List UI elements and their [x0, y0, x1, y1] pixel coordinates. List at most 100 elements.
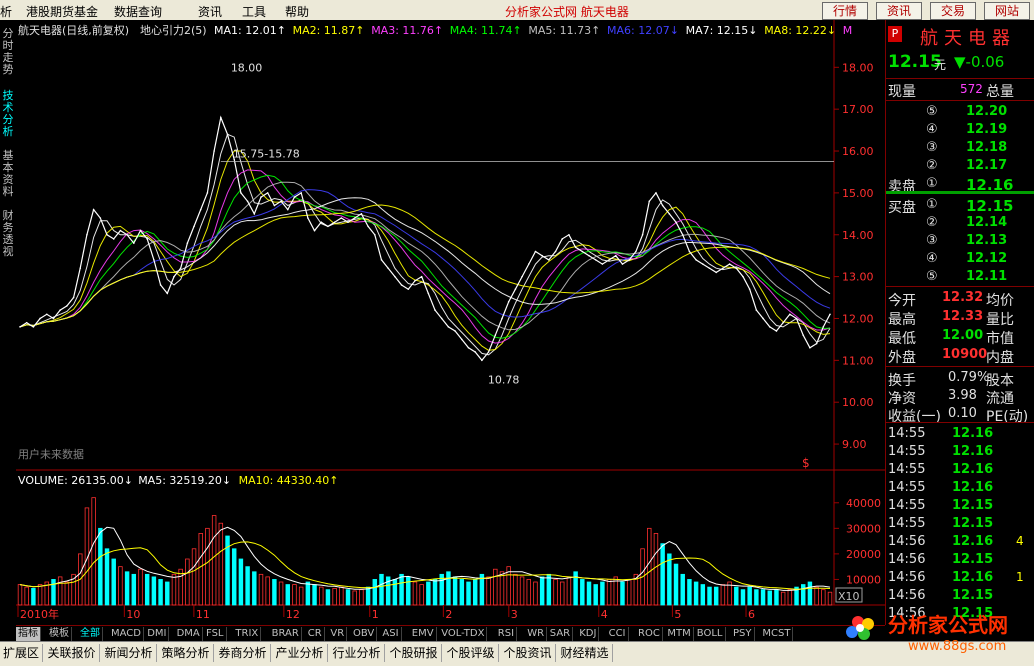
price-point — [561, 238, 564, 240]
indicator-tab[interactable]: 指标 — [16, 627, 41, 641]
indicator-tab[interactable]: BOLL — [695, 627, 726, 641]
price-point — [815, 342, 818, 345]
price-point — [762, 317, 764, 320]
buy-level-no: ④ — [926, 251, 938, 266]
bottom-tab[interactable]: 扩展区 — [0, 644, 44, 662]
info-button[interactable]: 资讯 — [876, 2, 922, 20]
tab-time-trend[interactable]: 分时走势 — [1, 28, 15, 76]
price-point — [112, 238, 115, 240]
bottom-tab[interactable]: 策略分析 — [159, 644, 214, 662]
price-point — [454, 330, 456, 332]
price-point — [400, 284, 403, 286]
bottom-tab[interactable]: 新闻分析 — [102, 644, 157, 662]
menu-item-tools[interactable]: 工具 — [242, 3, 266, 20]
volume-legend-3: MA10: 44330.40↑ — [239, 474, 339, 487]
price-point — [373, 233, 376, 236]
price-point — [119, 229, 122, 232]
indicator-tab[interactable]: ASI — [380, 627, 402, 641]
menu-item-hk-futures[interactable]: 港股期货基金 — [26, 3, 98, 20]
indicator-tab[interactable]: MCST — [760, 627, 794, 641]
menu-item-help[interactable]: 帮助 — [285, 3, 309, 20]
price-tick-label: 15.00 — [842, 187, 874, 200]
ma-legend-5: MA5: 11.73↑ — [528, 24, 600, 37]
volume-bar — [586, 581, 592, 606]
price-point — [360, 213, 363, 215]
sell-level-no: ② — [926, 158, 938, 173]
price-point — [367, 225, 369, 228]
indicator-tab[interactable]: 模板 — [47, 627, 72, 641]
indicator-tab[interactable]: DMI — [145, 627, 170, 641]
buy-level-no: ② — [926, 215, 938, 230]
dollar-sign: $ — [802, 456, 810, 470]
indicator-tab[interactable]: BRAR — [270, 627, 302, 641]
website-button[interactable]: 网站 — [984, 2, 1030, 20]
bottom-tab[interactable]: 关联报价 — [45, 644, 100, 662]
price-point — [722, 267, 724, 270]
volume-bar — [432, 579, 438, 606]
price-point — [320, 221, 323, 223]
indicator-tab[interactable]: MTM — [665, 627, 694, 641]
indicator-tab[interactable]: EMV — [410, 627, 437, 641]
price-point — [789, 313, 791, 316]
tab-finance[interactable]: 财务透视 — [1, 210, 15, 258]
menu-item-analysis[interactable]: 析 — [0, 3, 12, 20]
kline-chart[interactable]: 航天电器(日线,前复权) 地心引力2(5) MA1: 12.01↑ MA2: 11.8… — [16, 20, 885, 625]
indicator-tab[interactable]: RSI — [496, 627, 518, 641]
trade-button[interactable]: 交易 — [930, 2, 976, 20]
indicator-tab[interactable]: CCI — [607, 627, 629, 641]
volume-bar — [98, 527, 103, 606]
bottom-tab[interactable]: 券商分析 — [216, 644, 271, 662]
indicator-tab[interactable]: CR — [306, 627, 325, 641]
bottom-tab[interactable]: 财经精选 — [558, 644, 613, 662]
indicator-tab[interactable]: SAR — [548, 627, 574, 641]
stat2-value: 3.98 — [948, 388, 977, 403]
price-point — [25, 321, 28, 324]
price-tick-label: 16.00 — [842, 145, 874, 158]
menu-item-data-query[interactable]: 数据查询 — [114, 3, 162, 20]
price-point — [635, 250, 637, 253]
quote-button[interactable]: 行情 — [822, 2, 868, 20]
indicator-tab[interactable]: TRIX — [233, 627, 262, 641]
price-point — [822, 326, 825, 328]
indicator-tab[interactable]: DMA — [175, 627, 203, 641]
stat-right-label: 市值 — [986, 331, 1014, 347]
indicator-tab[interactable]: 全部 — [78, 627, 103, 641]
price-point — [427, 292, 430, 295]
price-point — [688, 250, 691, 253]
volume-bar — [452, 576, 458, 606]
volume-bar — [580, 579, 585, 606]
tab-basic-info[interactable]: 基本资料 — [1, 150, 15, 198]
bottom-tab[interactable]: 个股研报 — [387, 644, 442, 662]
indicator-tab[interactable]: PSY — [731, 627, 755, 641]
bottom-tab[interactable]: 个股资讯 — [501, 644, 556, 662]
ma-legend-4: MA4: 11.74↑ — [450, 24, 522, 37]
volume-bar — [687, 579, 692, 606]
indicator-tab[interactable]: ROC — [636, 627, 663, 641]
tick-price: 12.15 — [952, 588, 994, 603]
price-tick-label: 10.00 — [842, 396, 874, 409]
indicator-tab[interactable]: VR — [328, 627, 348, 641]
indicator-tab[interactable]: KDJ — [577, 627, 600, 641]
sell-level-price: 12.17 — [966, 158, 1008, 173]
price-point — [353, 217, 356, 219]
indicator-tab[interactable]: OBV — [351, 627, 378, 641]
indicator-tab[interactable]: VOL-TDX — [439, 627, 488, 641]
volume-bar — [700, 584, 706, 606]
bottom-tab[interactable]: 产业分析 — [273, 644, 328, 662]
sell-level-row: ③ 12.18 — [886, 139, 1034, 157]
tab-tech-analysis[interactable]: 技术分析 — [1, 90, 15, 138]
price-unit: 元 — [934, 58, 947, 72]
indicator-tab[interactable]: WR — [525, 627, 548, 641]
tick-row: 14:55 12.15 — [886, 497, 1034, 515]
price-point — [628, 259, 630, 261]
price-point — [735, 267, 738, 270]
indicator-tab[interactable]: MACD — [109, 627, 144, 641]
buy-level-row: ⑤ 12.11 — [886, 268, 1034, 286]
indicator-tab[interactable]: FSL — [204, 627, 227, 641]
volume-bar — [593, 584, 598, 606]
price-point — [293, 196, 296, 198]
bottom-tab[interactable]: 个股评级 — [444, 644, 499, 662]
bottom-tab[interactable]: 行业分析 — [330, 644, 385, 662]
menu-item-news[interactable]: 资讯 — [198, 3, 222, 20]
volume-bar — [459, 579, 465, 606]
